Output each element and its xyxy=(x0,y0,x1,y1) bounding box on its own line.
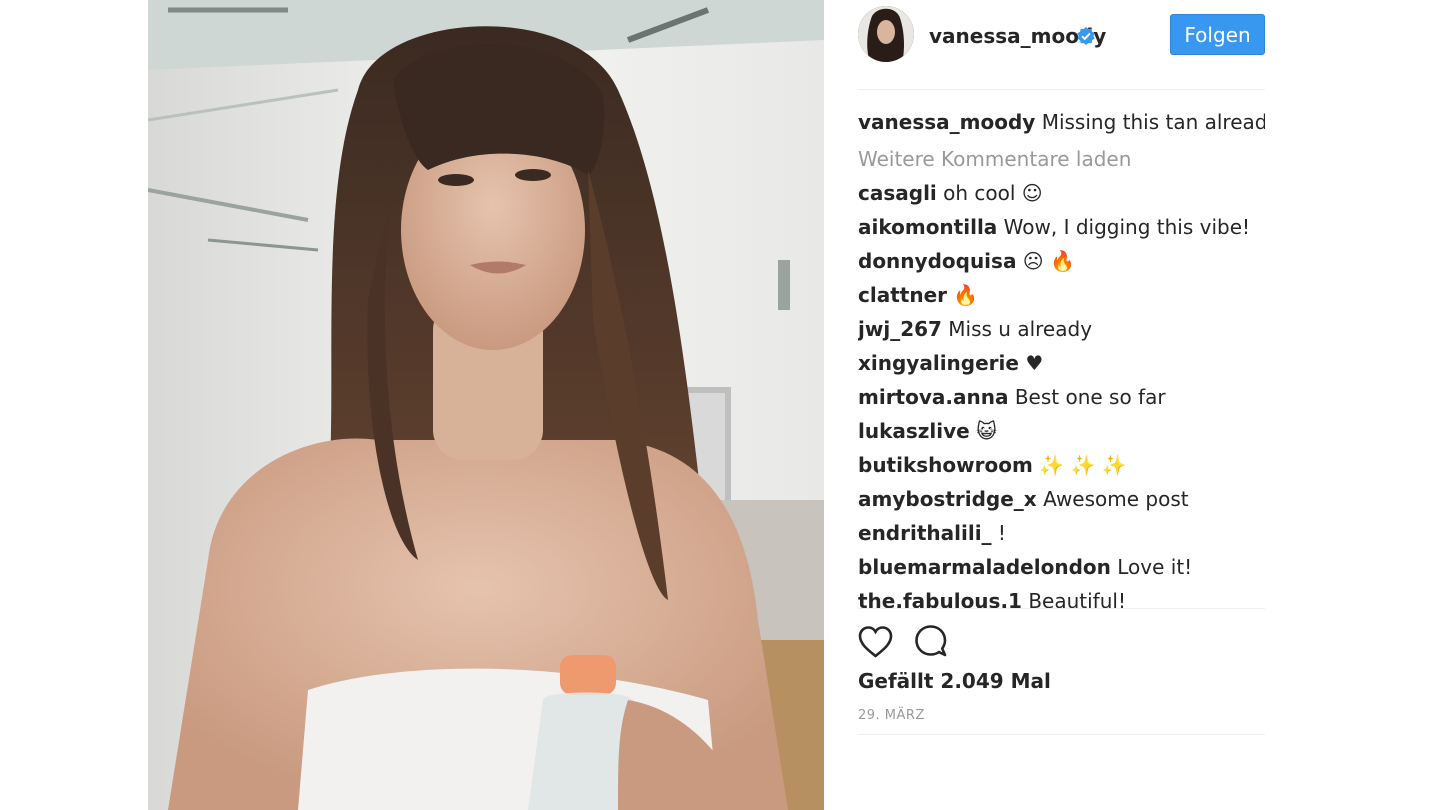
comment-text: Wow, I digging this vibe! xyxy=(1003,215,1251,239)
comments-list[interactable]: vanessa_moody Missing this tan already W… xyxy=(858,91,1265,608)
comment-username[interactable]: aikomontilla xyxy=(858,215,997,239)
caption-text: Missing this tan already xyxy=(1041,110,1265,134)
post-sidebar: vanessa_moody Folgen vanessa_moody Missi… xyxy=(858,0,1265,810)
comment-item: butikshowroom ✨ ✨ ✨ xyxy=(858,448,1265,482)
comment-emoji: ♥ xyxy=(1025,351,1044,375)
comment-bubble-icon[interactable] xyxy=(914,624,948,658)
comment-username[interactable]: the.fabulous.1 xyxy=(858,589,1022,608)
post-photo[interactable] xyxy=(148,0,824,810)
comment-username[interactable]: butikshowroom xyxy=(858,453,1033,477)
comment-text: Miss u already xyxy=(948,317,1093,341)
comment-text: Best one so far xyxy=(1014,385,1166,409)
follow-button[interactable]: Folgen xyxy=(1170,14,1265,55)
comment-text: Love it! xyxy=(1117,555,1193,579)
load-more-comments-link[interactable]: Weitere Kommentare laden xyxy=(858,142,1265,176)
comment-item: the.fabulous.1 Beautiful! xyxy=(858,584,1265,608)
comment-username[interactable]: jwj_267 xyxy=(858,317,942,341)
comment-emoji: ✨ ✨ ✨ xyxy=(1039,453,1127,477)
comment-item: lukaszlive 😺 xyxy=(858,414,1265,448)
comment-username[interactable]: donnydoquisa xyxy=(858,249,1016,273)
comment-text: Awesome post xyxy=(1043,487,1189,511)
comment-emoji: ☹ 🔥 xyxy=(1022,249,1075,273)
comment-item: clattner 🔥 xyxy=(858,278,1265,312)
comment-text: ! xyxy=(997,521,1006,545)
comment-emoji: 😺 xyxy=(976,419,997,443)
post-header: vanessa_moody Folgen xyxy=(858,0,1265,90)
comment-item: casagli oh cool ☺ xyxy=(858,176,1265,210)
caption-username[interactable]: vanessa_moody xyxy=(858,110,1035,134)
comment-item: jwj_267 Miss u already xyxy=(858,312,1265,346)
comment-username[interactable]: endrithalili_ xyxy=(858,521,992,545)
comment-username[interactable]: bluemarmaladelondon xyxy=(858,555,1111,579)
comment-emoji: 🔥 xyxy=(953,283,979,307)
avatar[interactable] xyxy=(858,6,914,62)
comment-item: xingyalingerie ♥ xyxy=(858,346,1265,380)
comment-item: mirtova.anna Best one so far xyxy=(858,380,1265,414)
likes-count[interactable]: Gefällt 2.049 Mal xyxy=(858,669,1051,693)
comment-username[interactable]: mirtova.anna xyxy=(858,385,1008,409)
comment-item: donnydoquisa ☹ 🔥 xyxy=(858,244,1265,278)
post-image xyxy=(148,0,824,810)
comment-item: aikomontilla Wow, I digging this vibe! xyxy=(858,210,1265,244)
comment-item: bluemarmaladelondon Love it! xyxy=(858,550,1265,584)
verified-badge-icon xyxy=(1076,26,1096,46)
post-date[interactable]: 29. MÄRZ xyxy=(858,708,925,723)
post-actions: Gefällt 2.049 Mal 29. MÄRZ xyxy=(858,608,1265,735)
heart-icon[interactable] xyxy=(858,625,893,659)
comment-text: oh cool xyxy=(943,181,1016,205)
comment-username[interactable]: xingyalingerie xyxy=(858,351,1019,375)
comment-username[interactable]: amybostridge_x xyxy=(858,487,1037,511)
comment-text: Beautiful! xyxy=(1028,589,1126,608)
caption: vanessa_moody Missing this tan already xyxy=(858,105,1265,139)
comment-username[interactable]: casagli xyxy=(858,181,937,205)
comment-item: amybostridge_x Awesome post xyxy=(858,482,1265,516)
comment-emoji: ☺ xyxy=(1021,181,1043,205)
comment-username[interactable]: lukaszlive xyxy=(858,419,970,443)
comment-username[interactable]: clattner xyxy=(858,283,947,307)
comment-item: endrithalili_ ! xyxy=(858,516,1265,550)
